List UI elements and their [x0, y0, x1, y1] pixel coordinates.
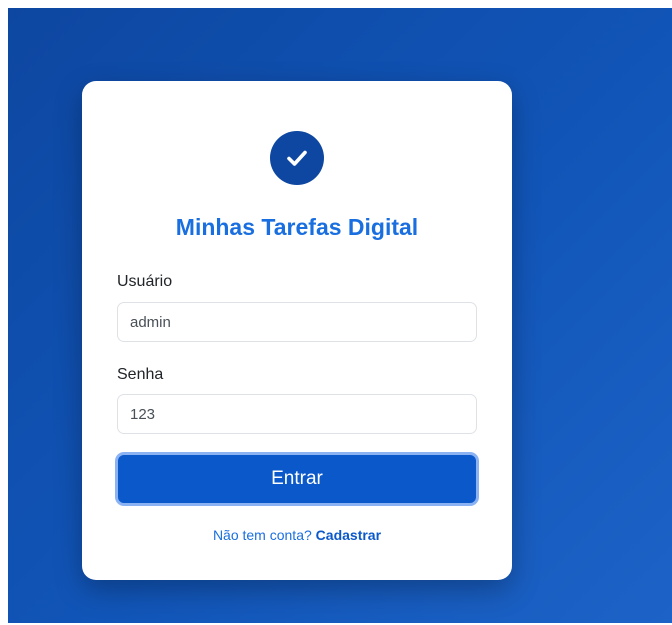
password-input[interactable]: 123	[117, 394, 477, 434]
login-card: Minhas Tarefas Digital Usuário admin Sen…	[82, 81, 512, 580]
username-input[interactable]: admin	[117, 302, 477, 342]
app-title: Minhas Tarefas Digital	[175, 214, 419, 240]
username-value: admin	[130, 313, 171, 331]
signup-prompt-text: Não tem conta?	[212, 527, 312, 543]
password-value: 123	[130, 405, 156, 423]
username-label: Usuário	[117, 273, 173, 290]
signup-link[interactable]: Cadastrar	[316, 527, 381, 543]
password-label: Senha	[117, 366, 164, 383]
login-button[interactable]: Entrar	[115, 452, 479, 506]
signup-prompt: Não tem conta? Cadastrar	[82, 527, 512, 543]
check-circle-icon	[270, 131, 324, 185]
page-background: Minhas Tarefas Digital Usuário admin Sen…	[8, 8, 672, 623]
checkmark-icon	[287, 150, 307, 166]
